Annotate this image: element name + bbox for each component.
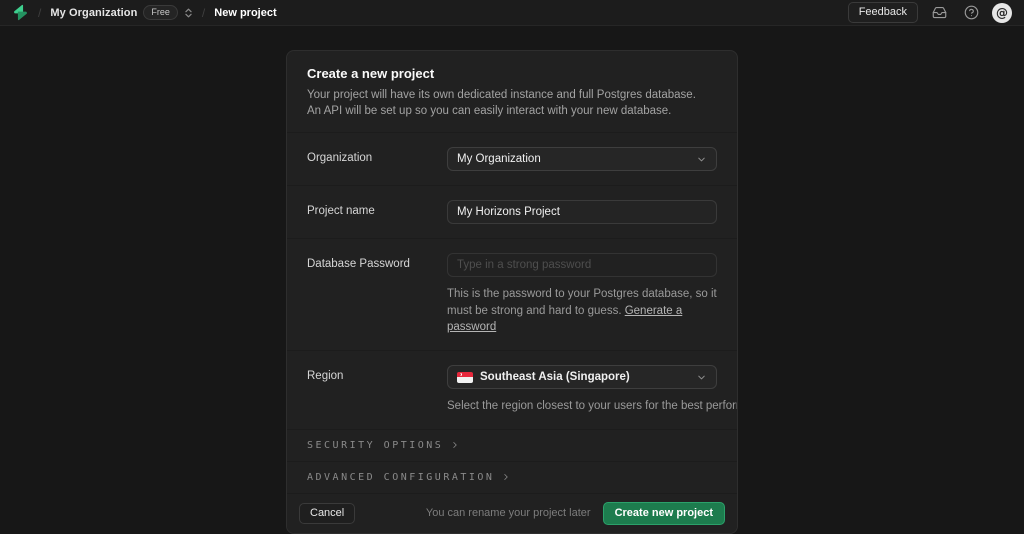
breadcrumb-separator: / bbox=[38, 6, 41, 20]
security-options-toggle[interactable]: SECURITY OPTIONS bbox=[287, 430, 737, 462]
database-password-label: Database Password bbox=[307, 253, 447, 336]
advanced-configuration-label: ADVANCED CONFIGURATION bbox=[307, 472, 494, 483]
project-name-label: Project name bbox=[307, 200, 447, 224]
card-title: Create a new project bbox=[307, 66, 717, 81]
plan-badge: Free bbox=[143, 5, 178, 20]
org-switcher[interactable]: My Organization Free bbox=[50, 5, 193, 20]
region-select[interactable]: Southeast Asia (Singapore) bbox=[447, 365, 717, 389]
security-options-label: SECURITY OPTIONS bbox=[307, 440, 443, 451]
organization-label: Organization bbox=[307, 147, 447, 171]
database-password-row: Database Password This is the password t… bbox=[287, 239, 737, 351]
inbox-icon[interactable] bbox=[928, 2, 950, 24]
region-row: Region Southeast Asia (Singapore) Select… bbox=[287, 351, 737, 430]
topbar-actions: Feedback @ bbox=[848, 2, 1012, 24]
chevrons-up-down-icon bbox=[184, 7, 193, 19]
help-icon[interactable] bbox=[960, 2, 982, 24]
card-description-line1: Your project will have its own dedicated… bbox=[307, 88, 717, 104]
advanced-configuration-toggle[interactable]: ADVANCED CONFIGURATION bbox=[287, 462, 737, 494]
region-label: Region bbox=[307, 365, 447, 415]
card-header: Create a new project Your project will h… bbox=[287, 51, 737, 133]
singapore-flag-icon bbox=[457, 372, 473, 383]
region-helper-text: Select the region closest to your users … bbox=[447, 398, 717, 415]
database-password-input[interactable] bbox=[447, 253, 717, 277]
create-project-card: Create a new project Your project will h… bbox=[286, 50, 738, 534]
new-project-page: Create a new project Your project will h… bbox=[0, 50, 1024, 534]
chevron-right-icon bbox=[450, 440, 460, 450]
organization-select-value: My Organization bbox=[457, 153, 689, 165]
organization-row: Organization My Organization bbox=[287, 133, 737, 186]
region-select-value: Southeast Asia (Singapore) bbox=[480, 371, 689, 383]
create-new-project-button[interactable]: Create new project bbox=[603, 502, 725, 525]
feedback-button[interactable]: Feedback bbox=[848, 2, 918, 23]
password-helper-text: This is the password to your Postgres da… bbox=[447, 286, 717, 336]
chevron-down-icon bbox=[696, 154, 707, 165]
organization-select[interactable]: My Organization bbox=[447, 147, 717, 171]
breadcrumb-page-title: New project bbox=[214, 7, 276, 19]
breadcrumb: / My Organization Free / New project bbox=[12, 4, 277, 21]
project-name-input[interactable] bbox=[447, 200, 717, 224]
rename-note: You can rename your project later bbox=[426, 507, 591, 519]
top-navigation-bar: / My Organization Free / New project Fee… bbox=[0, 0, 1024, 26]
cancel-button[interactable]: Cancel bbox=[299, 503, 355, 524]
chevron-down-icon bbox=[696, 372, 707, 383]
breadcrumb-separator: / bbox=[202, 6, 205, 20]
org-name: My Organization bbox=[50, 7, 137, 19]
card-footer: Cancel You can rename your project later… bbox=[287, 494, 737, 533]
chevron-right-icon bbox=[501, 472, 511, 482]
project-name-row: Project name bbox=[287, 186, 737, 239]
supabase-logo-icon[interactable] bbox=[12, 4, 29, 21]
avatar[interactable]: @ bbox=[992, 3, 1012, 23]
card-description-line2: An API will be set up so you can easily … bbox=[307, 104, 717, 120]
